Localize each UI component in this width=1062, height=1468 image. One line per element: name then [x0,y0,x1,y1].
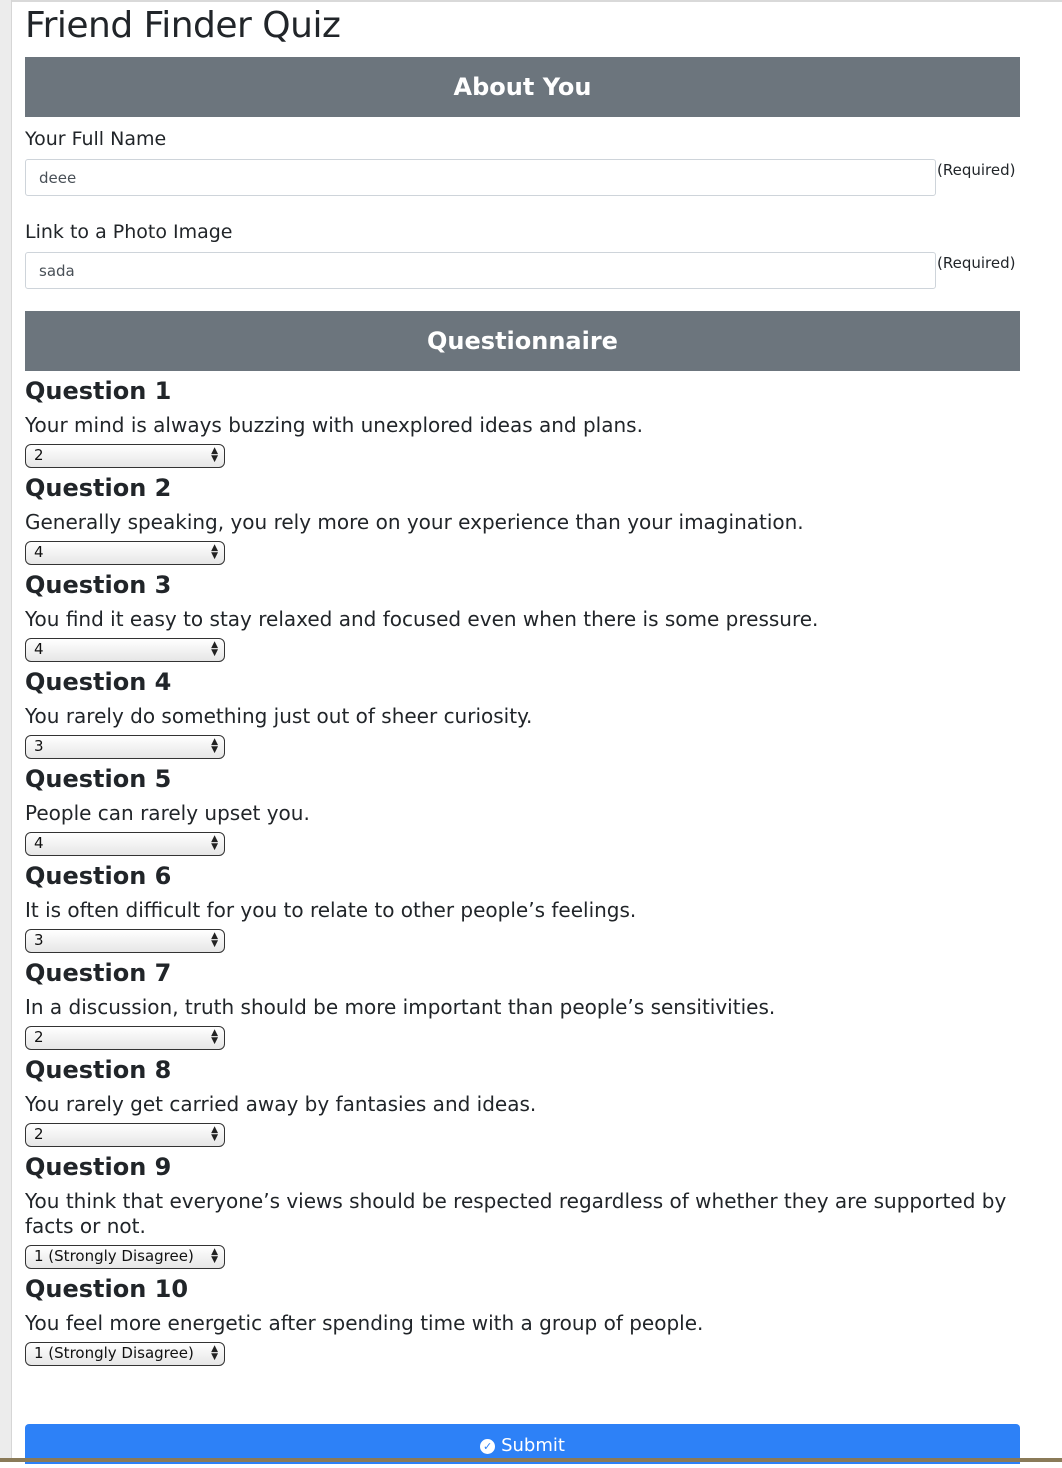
question-title: Question 9 [25,1153,172,1181]
select-arrows-icon: ▲ ▼ [211,446,218,464]
select-value: 4 [34,834,44,852]
question-8-select[interactable]: 2 ▲ ▼ [25,1123,225,1147]
question-5-select[interactable]: 4 ▲ ▼ [25,832,225,856]
question-title: Question 1 [25,377,172,405]
window-left-gutter [0,0,12,1462]
question-10: Question 10 You feel more energetic afte… [25,1269,1020,1366]
select-value: 2 [34,1125,44,1143]
question-title: Question 4 [25,668,172,696]
question-9: Question 9 You think that everyone’s vie… [25,1147,1020,1269]
select-arrows-icon: ▲ ▼ [211,1247,218,1265]
question-1: Question 1 Your mind is always buzzing w… [25,371,1020,468]
question-6-select[interactable]: 3 ▲ ▼ [25,929,225,953]
question-text: You feel more energetic after spending t… [25,1311,704,1335]
select-value: 4 [34,543,44,561]
select-value: 4 [34,640,44,658]
photo-link-row: (Required) [25,252,1020,289]
select-arrows-icon: ▲ ▼ [211,1344,218,1362]
question-5: Question 5 People can rarely upset you. … [25,759,1020,856]
quiz-container: Friend Finder Quiz About You Your Full N… [25,0,1020,1366]
question-text: Generally speaking, you rely more on you… [25,510,804,534]
question-text: It is often difficult for you to relate … [25,898,637,922]
about-you-header: About You [25,57,1020,117]
full-name-required-note: (Required) [937,161,1016,179]
question-4-select[interactable]: 3 ▲ ▼ [25,735,225,759]
question-text: Your mind is always buzzing with unexplo… [25,413,643,437]
full-name-row: (Required) [25,159,1020,196]
select-value: 1 (Strongly Disagree) [34,1247,194,1265]
question-text: You rarely do something just out of shee… [25,704,533,728]
select-arrows-icon: ▲ ▼ [211,640,218,658]
question-title: Question 7 [25,959,172,987]
window-bottom-edge [0,1458,1062,1462]
photo-link-label: Link to a Photo Image [25,221,233,243]
full-name-input[interactable] [25,159,936,196]
page-title: Friend Finder Quiz [25,5,341,46]
select-arrows-icon: ▲ ▼ [211,931,218,949]
question-3-select[interactable]: 4 ▲ ▼ [25,638,225,662]
question-9-select[interactable]: 1 (Strongly Disagree) ▲ ▼ [25,1245,225,1269]
select-arrows-icon: ▲ ▼ [211,1125,218,1143]
select-value: 2 [34,1028,44,1046]
question-7-select[interactable]: 2 ▲ ▼ [25,1026,225,1050]
question-title: Question 3 [25,571,172,599]
check-circle-icon: ✓ [480,1439,496,1454]
question-title: Question 6 [25,862,172,890]
submit-label: Submit [501,1435,565,1456]
question-text: You rarely get carried away by fantasies… [25,1092,537,1116]
select-arrows-icon: ▲ ▼ [211,1028,218,1046]
question-text: You think that everyone’s views should b… [25,1189,1007,1238]
select-arrows-icon: ▲ ▼ [211,737,218,755]
full-name-label: Your Full Name [25,128,167,150]
select-value: 3 [34,931,44,949]
select-value: 3 [34,737,44,755]
question-title: Question 2 [25,474,172,502]
select-value: 2 [34,446,44,464]
question-8: Question 8 You rarely get carried away b… [25,1050,1020,1147]
question-7: Question 7 In a discussion, truth should… [25,953,1020,1050]
question-4: Question 4 You rarely do something just … [25,662,1020,759]
select-arrows-icon: ▲ ▼ [211,543,218,561]
photo-link-input[interactable] [25,252,936,289]
question-1-select[interactable]: 2 ▲ ▼ [25,444,225,468]
question-6: Question 6 It is often difficult for you… [25,856,1020,953]
question-text: You find it easy to stay relaxed and foc… [25,607,819,631]
question-2: Question 2 Generally speaking, you rely … [25,468,1020,565]
questionnaire-header: Questionnaire [25,311,1020,371]
photo-link-required-note: (Required) [937,254,1016,272]
question-text: People can rarely upset you. [25,801,310,825]
question-3: Question 3 You find it easy to stay rela… [25,565,1020,662]
question-text: In a discussion, truth should be more im… [25,995,776,1019]
select-value: 1 (Strongly Disagree) [34,1344,194,1362]
question-2-select[interactable]: 4 ▲ ▼ [25,541,225,565]
select-arrows-icon: ▲ ▼ [211,834,218,852]
question-title: Question 5 [25,765,172,793]
question-10-select[interactable]: 1 (Strongly Disagree) ▲ ▼ [25,1342,225,1366]
question-title: Question 8 [25,1056,172,1084]
question-title: Question 10 [25,1275,189,1303]
